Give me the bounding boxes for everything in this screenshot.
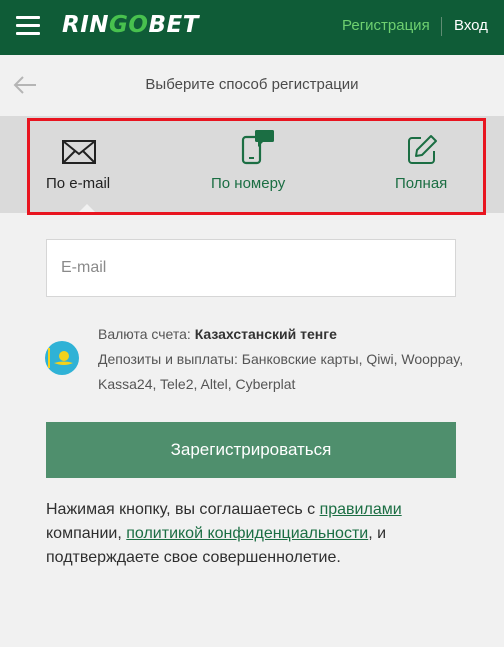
kazakhstan-flag-icon bbox=[45, 341, 79, 375]
tab-phone[interactable]: По номеру bbox=[195, 116, 315, 212]
tab-email[interactable]: По e-mail bbox=[30, 116, 150, 213]
logo-part-2: GO bbox=[109, 12, 149, 38]
privacy-policy-link[interactable]: политикой конфиденциальности bbox=[126, 525, 368, 542]
top-header: RINGOBET Регистрация Вход bbox=[0, 0, 504, 55]
menu-icon[interactable] bbox=[16, 16, 40, 36]
page-title: Выберите способ регистрации bbox=[145, 76, 359, 93]
header-divider bbox=[441, 17, 442, 36]
envelope-icon bbox=[62, 140, 96, 164]
terms-text-before: Нажимая кнопку, вы соглашаетесь с bbox=[46, 501, 320, 518]
currency-info: Валюта счета: Казахстанский тенге Депози… bbox=[98, 322, 478, 397]
email-field[interactable] bbox=[46, 239, 456, 297]
logo[interactable]: RINGOBET bbox=[62, 12, 199, 38]
currency-label: Валюта счета: bbox=[98, 326, 191, 342]
tab-phone-label: По номеру bbox=[211, 175, 286, 192]
terms-text-middle: компании, bbox=[46, 525, 127, 542]
login-link[interactable]: Вход bbox=[454, 17, 488, 34]
register-link[interactable]: Регистрация bbox=[342, 17, 430, 34]
terms-text: Нажимая кнопку, вы соглашаетесь с правил… bbox=[46, 498, 456, 570]
phone-message-icon bbox=[241, 130, 274, 165]
rules-link[interactable]: правилами bbox=[320, 501, 402, 518]
edit-icon bbox=[408, 135, 437, 164]
tab-full[interactable]: Полная bbox=[380, 116, 480, 212]
registration-method-tabs: По e-mail По номеру Полная bbox=[0, 116, 504, 213]
tab-email-label: По e-mail bbox=[46, 175, 111, 192]
currency-value: Казахстанский тенге bbox=[194, 326, 337, 342]
tab-full-label: Полная bbox=[395, 175, 448, 192]
register-button[interactable]: Зарегистрироваться bbox=[46, 422, 456, 478]
logo-part-1: RIN bbox=[62, 12, 110, 38]
active-tab-indicator bbox=[78, 204, 96, 213]
subheader: Выберите способ регистрации bbox=[0, 55, 504, 116]
logo-part-3: BET bbox=[148, 12, 199, 38]
payment-methods: Депозиты и выплаты: Банковские карты, Qi… bbox=[98, 351, 464, 392]
